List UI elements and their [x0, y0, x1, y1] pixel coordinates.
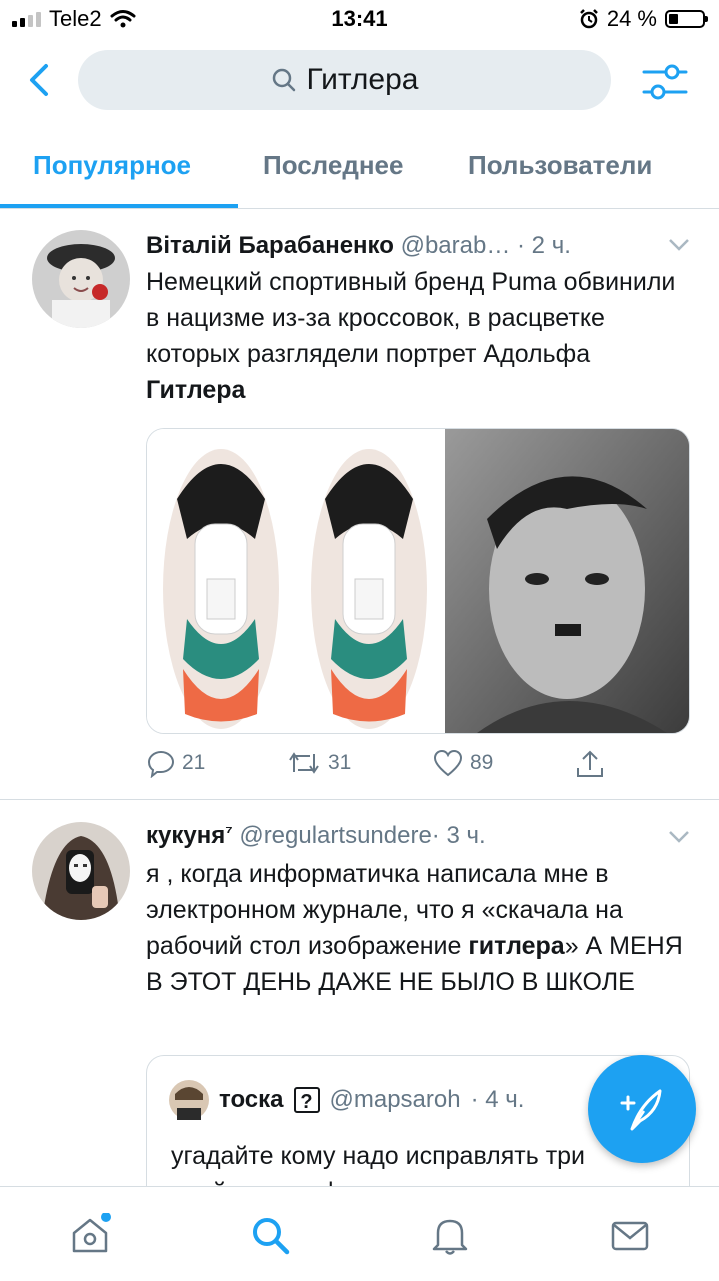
tweet-time: · 3 ч.: [431, 822, 486, 849]
share-icon: [577, 750, 603, 777]
retweet-icon: [289, 752, 319, 774]
chevron-down-icon[interactable]: [668, 238, 690, 252]
compose-icon: [620, 1089, 662, 1131]
author-handle: @regulartsundere: [239, 822, 432, 849]
tweet-text-body: Немецкий спортивный бренд Puma обвинили …: [146, 268, 676, 368]
reply-button[interactable]: 21: [146, 748, 205, 778]
tweet-text: я , когда информатичка написала мне в эл…: [146, 856, 686, 1000]
tweet-text-highlight: гитлера: [468, 932, 565, 960]
quote-author-handle: @mapsaroh: [329, 1086, 461, 1113]
home-icon[interactable]: [68, 1213, 112, 1257]
avatar[interactable]: [32, 230, 130, 328]
tweet-header: Віталій Барабаненко @barab… · 2 ч.: [146, 232, 571, 260]
author-name-suffix: ⁷: [225, 822, 233, 842]
tweet-text-highlight: Гитлера: [146, 376, 246, 404]
author-handle: @barab…: [400, 232, 511, 259]
quote-time: · 4 ч.: [470, 1086, 525, 1113]
tweet-text: Немецкий спортивный бренд Puma обвинили …: [146, 264, 686, 408]
quote-avatar[interactable]: [169, 1080, 209, 1120]
author-name[interactable]: Віталій Барабаненко: [146, 232, 394, 259]
mail-icon[interactable]: [608, 1213, 652, 1257]
compose-button[interactable]: [588, 1055, 696, 1163]
search-icon[interactable]: [248, 1213, 292, 1257]
reply-count: 21: [182, 751, 206, 774]
share-button[interactable]: [574, 748, 606, 780]
like-count: 89: [470, 751, 494, 774]
avatar[interactable]: [32, 822, 130, 920]
question-badge-icon: ?: [293, 1087, 320, 1113]
reply-icon: [147, 750, 175, 778]
quote-author-name: тоска: [219, 1086, 284, 1113]
tweet-header: кукуня⁷ @regulartsundere· 3 ч.: [146, 822, 486, 850]
retweet-button[interactable]: 31: [286, 748, 351, 778]
like-icon: [433, 749, 463, 777]
author-name[interactable]: кукуня: [146, 822, 225, 849]
tweet-time: · 2 ч.: [517, 232, 571, 259]
chevron-down-icon[interactable]: [668, 830, 690, 844]
bell-icon[interactable]: [428, 1213, 472, 1257]
retweet-count: 31: [328, 751, 352, 774]
tweet-media[interactable]: [146, 428, 690, 734]
quote-header: тоска ? @mapsaroh · 4 ч.: [219, 1086, 524, 1114]
tweet[interactable]: Віталій Барабаненко @barab… · 2 ч. Немец…: [0, 0, 719, 800]
like-button[interactable]: 89: [432, 748, 493, 778]
tweet-actions: 21 31 89: [146, 748, 686, 784]
bottom-tab-bar: [0, 1186, 719, 1281]
